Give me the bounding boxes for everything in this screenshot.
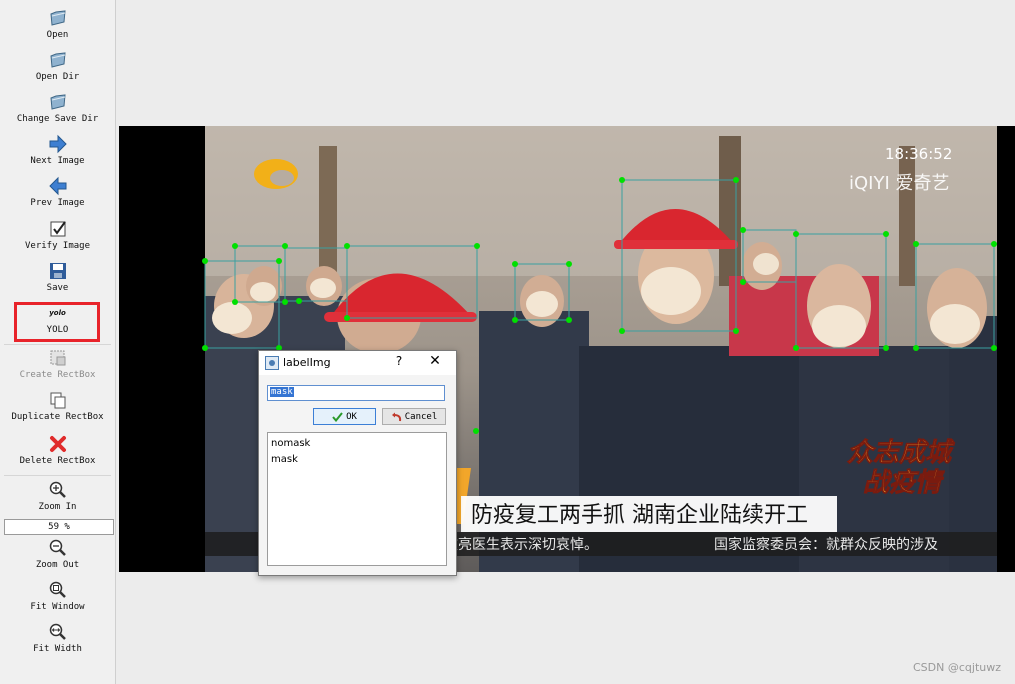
save-button[interactable]: Save	[0, 261, 115, 293]
arrow-right-icon	[49, 134, 67, 154]
delete-icon	[49, 436, 66, 452]
verify-image-button[interactable]: Verify Image	[0, 219, 115, 251]
dialog-title: labelImg	[283, 356, 331, 369]
create-rectbox-label: Create RectBox	[19, 370, 96, 380]
help-button[interactable]: ?	[392, 354, 406, 368]
zoom-out-button[interactable]: Zoom Out	[0, 538, 115, 570]
zoom-in-button[interactable]: Zoom In	[0, 480, 115, 512]
list-item[interactable]: mask	[271, 452, 443, 468]
close-button[interactable]: ✕	[428, 353, 442, 369]
save-label: Save	[46, 283, 69, 293]
verify-image-label: Verify Image	[24, 241, 91, 251]
timestamp-overlay: 18:36:52	[885, 145, 952, 163]
csdn-watermark: CSDN @cqjtuwz	[913, 661, 1001, 674]
next-image-label: Next Image	[30, 156, 85, 166]
zoom-in-icon	[49, 481, 66, 498]
tree-trunk	[719, 136, 741, 286]
tree-trunk	[319, 146, 337, 286]
fit-width-icon	[49, 623, 66, 640]
delete-rectbox-button[interactable]: Delete RectBox	[0, 434, 115, 466]
undo-icon	[391, 412, 401, 421]
ok-label: OK	[346, 411, 357, 422]
dialog-title-bar[interactable]: labelImg ? ✕	[259, 351, 456, 375]
cancel-button[interactable]: Cancel	[382, 408, 446, 425]
label-dialog: labelImg ? ✕ mask OK Cancel nomask mask	[258, 350, 457, 576]
create-rectbox-button[interactable]: Create RectBox	[0, 348, 115, 380]
headline-text: 防疫复工两手抓 湖南企业陆续开工	[471, 503, 808, 528]
hunan-tv-logo	[254, 159, 298, 189]
open-dir-button[interactable]: Open Dir	[0, 50, 115, 82]
folder-icon	[49, 94, 66, 110]
zoom-in-label: Zoom In	[38, 502, 77, 512]
fit-window-label: Fit Window	[30, 602, 85, 612]
list-item[interactable]: nomask	[271, 436, 443, 452]
change-save-dir-button[interactable]: Change Save Dir	[0, 92, 115, 124]
ticker-right-text: 国家监察委员会：就群众反映的涉及	[714, 536, 938, 553]
annotation-image[interactable]: 18:36:52 iQIYI 爱奇艺 众志成城 战疫情 防疫复工两手抓 湖南企业…	[119, 126, 1015, 572]
folder-icon	[49, 52, 66, 68]
fit-width-button[interactable]: Fit Width	[0, 622, 115, 654]
slogan-line-2: 战疫情	[863, 468, 945, 498]
toolbar-separator	[4, 475, 111, 476]
labelimg-app-icon	[265, 356, 279, 370]
fit-window-button[interactable]: Fit Window	[0, 580, 115, 612]
label-list[interactable]: nomask mask	[267, 432, 447, 566]
zoom-value-field[interactable]: 59 %	[4, 519, 114, 535]
check-icon	[332, 411, 343, 422]
save-icon	[49, 263, 66, 279]
zoom-out-icon	[49, 539, 66, 556]
arrow-left-icon	[48, 176, 66, 196]
toolbar: Open Open Dir Change Save Dir Next Image…	[0, 0, 116, 684]
duplicate-rectbox-label: Duplicate RectBox	[11, 412, 104, 422]
label-input[interactable]: mask	[267, 385, 445, 401]
delete-rectbox-label: Delete RectBox	[19, 456, 96, 466]
ticker-left-text: 文亮医生表示深切哀悼。	[444, 536, 598, 553]
ok-button[interactable]: OK	[313, 408, 376, 425]
duplicate-rectbox-button[interactable]: Duplicate RectBox	[0, 390, 115, 422]
zoom-out-label: Zoom Out	[35, 560, 80, 570]
open-label: Open	[46, 30, 69, 40]
open-dir-label: Open Dir	[35, 72, 80, 82]
label-input-value: mask	[270, 387, 294, 397]
open-button[interactable]: Open	[0, 8, 115, 40]
next-image-button[interactable]: Next Image	[0, 134, 115, 166]
fit-window-icon	[49, 581, 66, 598]
change-save-dir-label: Change Save Dir	[16, 114, 99, 124]
toolbar-separator	[4, 344, 111, 345]
slogan-line-1: 众志成城	[847, 438, 955, 468]
prev-image-button[interactable]: Prev Image	[0, 176, 115, 208]
channel-logo-overlay: iQIYI 爱奇艺	[849, 173, 950, 194]
cancel-label: Cancel	[404, 411, 438, 422]
create-rectbox-icon	[50, 350, 65, 366]
checkbox-icon	[50, 221, 66, 237]
duplicate-icon	[50, 392, 65, 409]
tree-trunk	[899, 146, 915, 286]
fit-width-label: Fit Width	[33, 644, 82, 654]
yolo-highlight-box	[14, 302, 100, 342]
prev-image-label: Prev Image	[30, 198, 85, 208]
folder-icon	[49, 10, 66, 26]
